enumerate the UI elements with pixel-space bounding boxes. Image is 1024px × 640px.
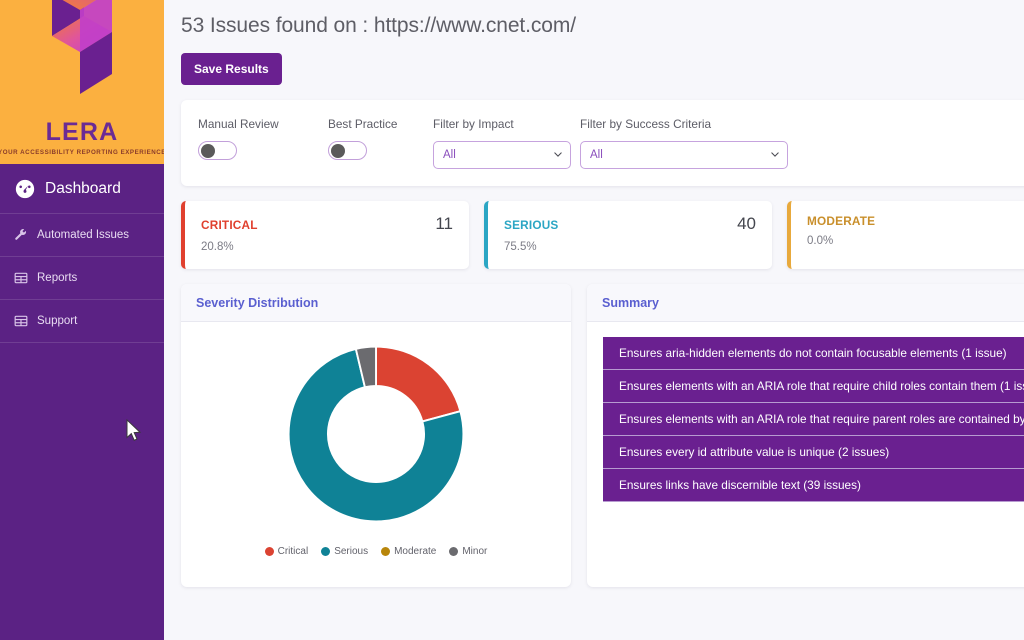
legend-label: Minor bbox=[462, 546, 487, 557]
summary-list: Ensures aria-hidden elements do not cont… bbox=[587, 322, 1024, 502]
success-criteria-select[interactable]: All bbox=[580, 141, 788, 169]
table-icon bbox=[14, 271, 28, 285]
toggle-knob bbox=[331, 144, 345, 158]
severity-donut-chart[interactable] bbox=[281, 339, 471, 529]
summary-list-item[interactable]: Ensures every id attribute value is uniq… bbox=[603, 436, 1024, 469]
best-practice-label: Best Practice bbox=[328, 117, 433, 131]
impact-filter-group: Filter by Impact All bbox=[433, 117, 580, 169]
dashboard-panels: Severity Distribution Critical Serious Mod… bbox=[181, 284, 1024, 587]
stat-card-name: SERIOUS bbox=[504, 218, 559, 232]
legend-item-moderate[interactable]: Moderate bbox=[381, 546, 436, 557]
table-icon bbox=[14, 314, 28, 328]
gauge-icon bbox=[14, 178, 36, 200]
sidebar-item-automated-issues[interactable]: Automated Issues bbox=[0, 214, 164, 257]
page-title: 53 Issues found on : https://www.cnet.co… bbox=[181, 0, 1024, 38]
stat-card-header: CRITICAL 11 bbox=[201, 214, 453, 234]
legend-item-serious[interactable]: Serious bbox=[321, 546, 368, 557]
sidebar-nav: Dashboard Automated Issues bbox=[0, 164, 164, 343]
panel-header: Severity Distribution bbox=[181, 284, 571, 322]
donut-slice-critical[interactable] bbox=[376, 347, 460, 422]
impact-select[interactable]: All bbox=[433, 141, 571, 169]
stat-card-serious[interactable]: SERIOUS 40 75.5% bbox=[484, 201, 772, 269]
panel-title: Summary bbox=[602, 296, 659, 310]
stat-card-name: MODERATE bbox=[807, 214, 875, 228]
stat-card-moderate[interactable]: MODERATE 0.0% bbox=[787, 201, 1024, 269]
best-practice-group: Best Practice bbox=[328, 117, 433, 160]
stat-card-critical[interactable]: CRITICAL 11 20.8% bbox=[181, 201, 469, 269]
panel-title: Severity Distribution bbox=[196, 296, 318, 310]
legend-item-critical[interactable]: Critical bbox=[265, 546, 309, 557]
success-criteria-filter-group: Filter by Success Criteria All bbox=[580, 117, 788, 169]
stat-card-percent: 20.8% bbox=[201, 241, 453, 253]
main-content: 53 Issues found on : https://www.cnet.co… bbox=[164, 0, 1024, 640]
save-results-button[interactable]: Save Results bbox=[181, 53, 282, 85]
brand-name: LERA bbox=[46, 120, 119, 145]
summary-list-item[interactable]: Ensures elements with an ARIA role that … bbox=[603, 403, 1024, 436]
sidebar-item-label: Automated Issues bbox=[37, 229, 129, 241]
brand-tagline: YOUR ACCESSIBILITY REPORTING EXPERIENCE bbox=[0, 150, 164, 156]
sidebar-item-reports[interactable]: Reports bbox=[0, 257, 164, 300]
impact-select-wrap: All bbox=[433, 141, 571, 169]
sidebar: LERA YOUR ACCESSIBILITY REPORTING EXPERI… bbox=[0, 0, 164, 640]
stat-card-percent: 0.0% bbox=[807, 235, 1024, 247]
severity-distribution-panel: Severity Distribution Critical Serious Mod… bbox=[181, 284, 571, 587]
stat-card-count: 11 bbox=[435, 214, 453, 234]
toggle-knob bbox=[201, 144, 215, 158]
summary-list-item[interactable]: Ensures elements with an ARIA role that … bbox=[603, 370, 1024, 403]
stat-card-percent: 75.5% bbox=[504, 241, 756, 253]
donut-chart-body: Critical Serious Moderate Minor bbox=[181, 322, 571, 587]
sidebar-item-dashboard[interactable]: Dashboard bbox=[0, 164, 164, 214]
sidebar-item-support[interactable]: Support bbox=[0, 300, 164, 343]
success-criteria-select-wrap: All bbox=[580, 141, 788, 169]
filters-panel: Manual Review Best Practice Filter by Im… bbox=[181, 100, 1024, 186]
legend-label: Critical bbox=[278, 546, 309, 557]
stat-card-count: 40 bbox=[737, 214, 756, 234]
summary-panel: Summary Ensures aria-hidden elements do … bbox=[587, 284, 1024, 587]
success-criteria-filter-label: Filter by Success Criteria bbox=[580, 117, 788, 131]
legend-swatch bbox=[449, 547, 458, 556]
severity-stat-cards: CRITICAL 11 20.8% SERIOUS 40 75.5% MODER… bbox=[181, 201, 1024, 269]
chart-legend: Critical Serious Moderate Minor bbox=[265, 546, 488, 557]
summary-list-item[interactable]: Ensures aria-hidden elements do not cont… bbox=[603, 337, 1024, 370]
manual-review-label: Manual Review bbox=[198, 117, 328, 131]
lera-staircase-logo-icon bbox=[26, 0, 144, 98]
legend-label: Moderate bbox=[394, 546, 436, 557]
manual-review-group: Manual Review bbox=[198, 117, 328, 160]
legend-swatch bbox=[381, 547, 390, 556]
sidebar-item-label: Dashboard bbox=[45, 180, 121, 198]
stat-card-name: CRITICAL bbox=[201, 218, 258, 232]
sidebar-item-label: Support bbox=[37, 315, 77, 327]
mouse-cursor-icon bbox=[126, 419, 142, 443]
app-root: LERA YOUR ACCESSIBILITY REPORTING EXPERI… bbox=[0, 0, 1024, 640]
legend-swatch bbox=[321, 547, 330, 556]
brand-block: LERA YOUR ACCESSIBILITY REPORTING EXPERI… bbox=[0, 0, 164, 164]
wrench-icon bbox=[14, 228, 28, 242]
summary-list-item[interactable]: Ensures links have discernible text (39 … bbox=[603, 469, 1024, 502]
sidebar-item-label: Reports bbox=[37, 272, 77, 284]
legend-label: Serious bbox=[334, 546, 368, 557]
panel-header: Summary bbox=[587, 284, 1024, 322]
legend-swatch bbox=[265, 547, 274, 556]
stat-card-header: SERIOUS 40 bbox=[504, 214, 756, 234]
best-practice-toggle[interactable] bbox=[328, 141, 367, 160]
impact-filter-label: Filter by Impact bbox=[433, 117, 580, 131]
manual-review-toggle[interactable] bbox=[198, 141, 237, 160]
legend-item-minor[interactable]: Minor bbox=[449, 546, 487, 557]
stat-card-header: MODERATE bbox=[807, 214, 1024, 228]
